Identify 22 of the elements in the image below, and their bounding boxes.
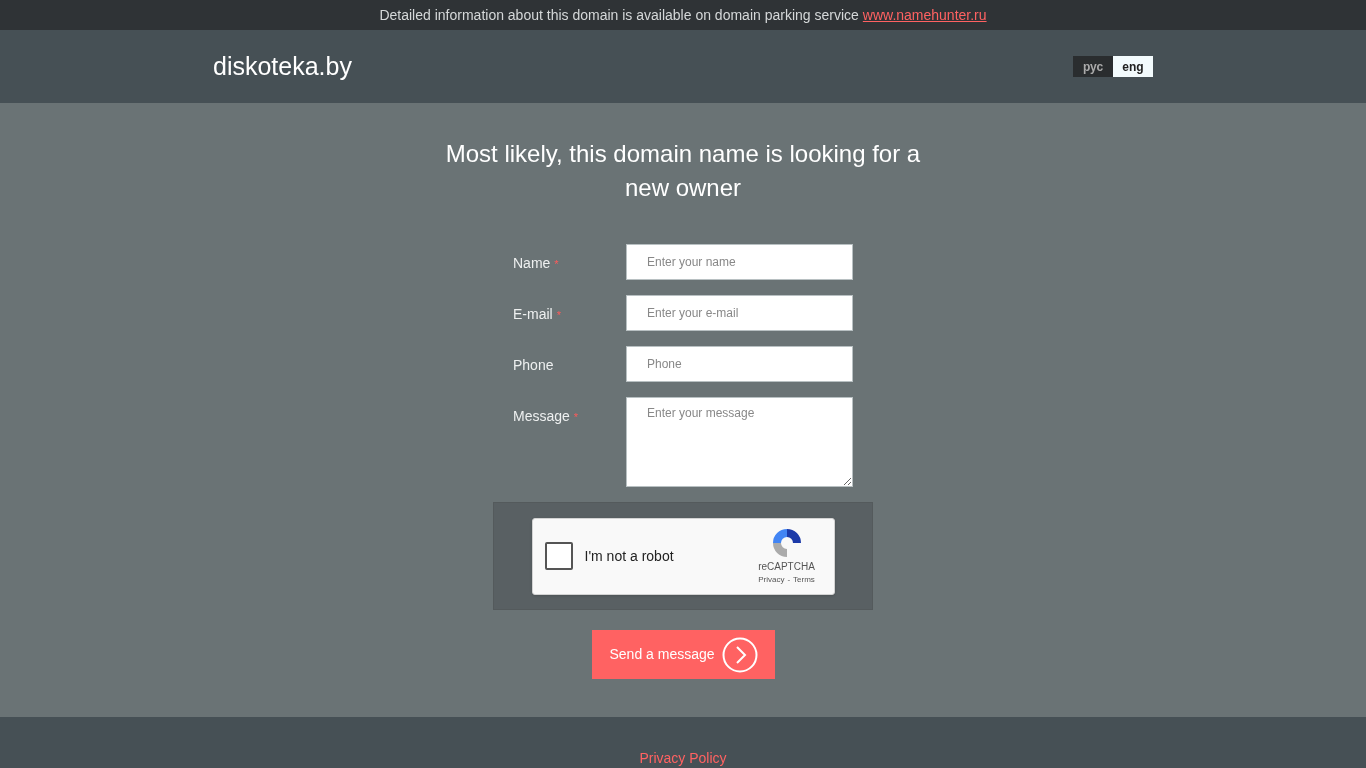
- recaptcha-logo-icon: [770, 526, 803, 559]
- field-label: Phone: [513, 356, 555, 375]
- input-field[interactable]: Phone: [626, 346, 853, 382]
- captcha-privacy-link[interactable]: Privacy: [758, 573, 785, 586]
- site-logo[interactable]: diskoteka.by: [213, 47, 352, 86]
- captcha-checkbox[interactable]: [544, 542, 573, 570]
- parking-link[interactable]: www.namehunter.ru: [862, 4, 987, 26]
- language-tab[interactable]: eng: [1113, 56, 1153, 77]
- input-field[interactable]: Enter your name: [626, 244, 853, 280]
- field-label: Name *: [513, 254, 560, 273]
- message-field[interactable]: Enter your message: [626, 397, 853, 487]
- field-label: Message *: [513, 407, 580, 426]
- captcha-brand: reCAPTCHA: [758, 559, 815, 574]
- chevron-right-icon: [721, 636, 758, 673]
- captcha-label: I'm not a robot: [584, 546, 675, 566]
- notice-text: Detailed information about this domain is available on domain parking service: [379, 5, 859, 25]
- separator-text: -: [787, 573, 791, 586]
- field-label: E-mail *: [513, 305, 562, 324]
- captcha-terms-link[interactable]: Terms: [793, 573, 815, 586]
- language-tab[interactable]: рус: [1073, 56, 1113, 77]
- page-heading: Most likely, this domain name is looking for a new owner: [444, 139, 922, 203]
- input-field[interactable]: Enter your e-mail: [626, 295, 853, 331]
